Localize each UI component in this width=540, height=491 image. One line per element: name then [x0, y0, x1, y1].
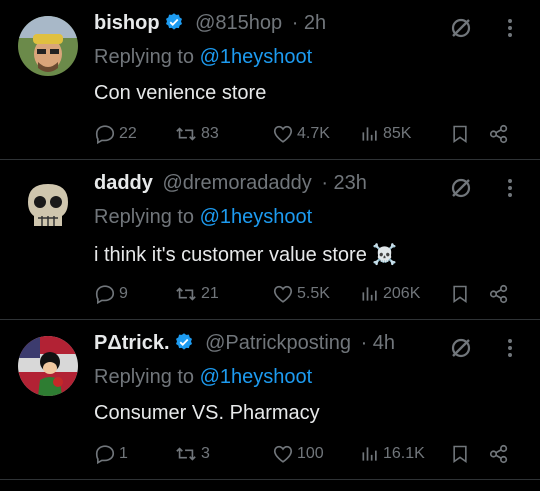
grok-icon[interactable] [449, 336, 473, 365]
like-button[interactable]: 5.5K [272, 282, 330, 306]
retweet-button[interactable]: 83 [174, 122, 219, 146]
like-count: 4.7K [297, 125, 330, 142]
handle[interactable]: @dremoradaddy [162, 172, 311, 194]
reply-button[interactable]: 22 [94, 122, 137, 146]
avatar[interactable] [18, 16, 78, 76]
verified-badge-icon [164, 12, 184, 38]
retweet-icon [176, 287, 196, 301]
tweet-patrick[interactable]: PΔtrick. @Patrickposting · 4h Replying t… [0, 320, 540, 480]
tweet-text: Consumer VS. Pharmacy [94, 402, 320, 424]
replying-to-label: Replying to [94, 46, 195, 68]
views-icon [362, 447, 377, 461]
replying-to: Replying to @1heyshoot [94, 206, 312, 229]
more-icon[interactable] [500, 16, 520, 40]
more-icon[interactable] [500, 336, 520, 360]
handle[interactable]: @Patrickposting [205, 332, 351, 354]
replying-to: Replying to @1heyshoot [94, 366, 312, 389]
display-name[interactable]: bishop [94, 12, 160, 34]
views-icon [362, 127, 377, 141]
retweet-count: 21 [201, 285, 219, 302]
like-icon [273, 445, 293, 463]
like-icon [273, 285, 293, 303]
replying-to-label: Replying to [94, 366, 195, 388]
display-name[interactable]: daddy [94, 172, 153, 194]
tweet-bishop[interactable]: bishop @815hop · 2h Replying to @1heysho… [0, 0, 540, 160]
reply-icon [95, 445, 115, 465]
bookmark-icon[interactable] [450, 442, 473, 466]
like-count: 100 [297, 445, 324, 462]
retweet-icon [176, 447, 196, 461]
retweet-count: 3 [201, 445, 210, 462]
avatar[interactable] [18, 336, 78, 396]
replying-to-label: Replying to [94, 206, 195, 228]
views-button[interactable]: 85K [360, 122, 411, 146]
share-icon[interactable] [488, 282, 513, 306]
bookmark-icon[interactable] [450, 122, 473, 146]
view-count: 85K [383, 125, 412, 142]
retweet-count: 83 [201, 125, 219, 142]
action-bar: 1 3 100 16.1K [94, 442, 524, 466]
timestamp[interactable]: · 4h [361, 332, 395, 354]
reply-button[interactable]: 9 [94, 282, 128, 306]
reply-icon [95, 125, 115, 145]
like-icon [273, 125, 293, 143]
tweet-text: i think it's customer value store ☠️ [94, 244, 398, 266]
reply-button[interactable]: 1 [94, 442, 128, 466]
mention-link[interactable]: @1heyshoot [200, 46, 313, 68]
retweet-button[interactable]: 3 [174, 442, 210, 466]
handle[interactable]: @815hop [195, 12, 282, 34]
grok-icon[interactable] [449, 176, 473, 205]
reply-count: 9 [119, 285, 128, 302]
retweet-button[interactable]: 21 [174, 282, 219, 306]
avatar[interactable] [18, 176, 78, 236]
view-count: 206K [383, 285, 421, 302]
action-bar: 9 21 5.5K 206K [94, 282, 524, 306]
display-name[interactable]: PΔtrick. [94, 332, 170, 354]
replying-to: Replying to @1heyshoot [94, 46, 312, 69]
view-count: 16.1K [383, 445, 425, 462]
mention-link[interactable]: @1heyshoot [200, 206, 313, 228]
tweet-daddy[interactable]: daddy @dremoradaddy · 23h Replying to @1… [0, 160, 540, 320]
share-icon[interactable] [488, 442, 513, 466]
like-button[interactable]: 100 [272, 442, 324, 466]
reply-icon [95, 285, 115, 305]
grok-icon[interactable] [449, 16, 473, 45]
like-count: 5.5K [297, 285, 330, 302]
verified-badge-icon [174, 332, 194, 358]
retweet-icon [176, 127, 196, 141]
reply-count: 1 [119, 445, 128, 462]
views-icon [362, 287, 377, 301]
more-icon[interactable] [500, 176, 520, 200]
like-button[interactable]: 4.7K [272, 122, 330, 146]
action-bar: 22 83 4.7K 85K [94, 122, 524, 146]
views-button[interactable]: 206K [360, 282, 420, 306]
share-icon[interactable] [488, 122, 513, 146]
mention-link[interactable]: @1heyshoot [200, 366, 313, 388]
tweet-text: Con venience store [94, 82, 267, 104]
bookmark-icon[interactable] [450, 282, 473, 306]
timestamp[interactable]: · 2h [292, 12, 326, 34]
reply-count: 22 [119, 125, 137, 142]
timestamp[interactable]: · 23h [321, 172, 367, 194]
views-button[interactable]: 16.1K [360, 442, 425, 466]
